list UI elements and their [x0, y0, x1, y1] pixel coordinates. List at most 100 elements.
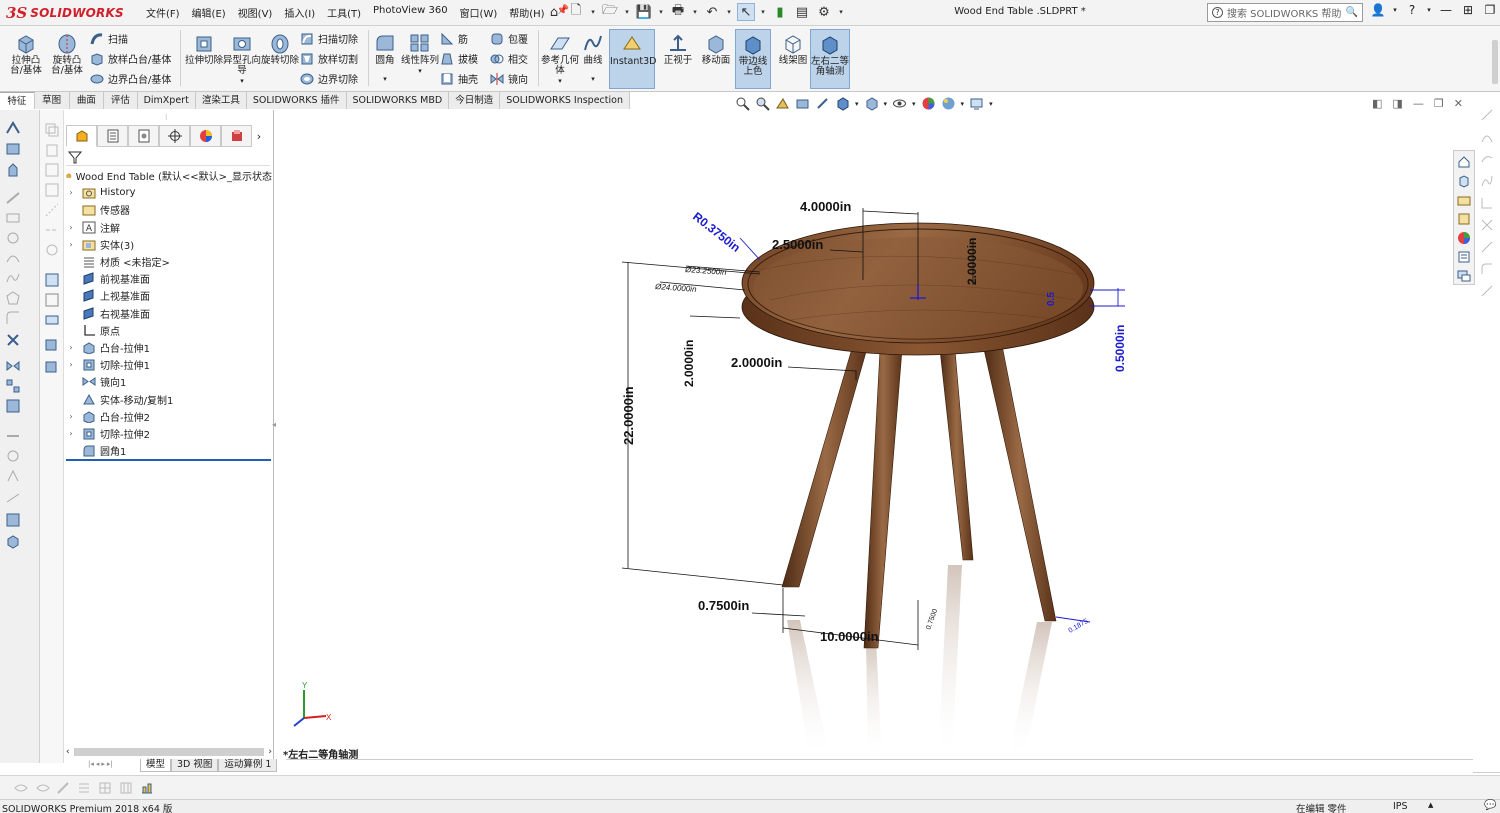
menu-view[interactable]: 视图(V)	[232, 5, 279, 20]
propertymanager-tab[interactable]	[97, 125, 128, 147]
grid-icon[interactable]	[98, 781, 112, 795]
menu-insert[interactable]: 插入(I)	[278, 5, 321, 20]
appearances-icon[interactable]	[1457, 231, 1471, 245]
menu-window[interactable]: 窗口(W)	[454, 5, 504, 20]
edit-appearance-icon[interactable]	[921, 96, 936, 111]
expand-arrow-icon[interactable]: ›	[66, 360, 76, 369]
tab-evaluate[interactable]: 评估	[104, 92, 138, 109]
check-sketch-icon[interactable]	[44, 338, 60, 354]
expand-arrow-icon[interactable]: ›	[66, 343, 76, 352]
close-icon[interactable]: ✕	[1454, 97, 1463, 110]
fully-define-icon[interactable]	[44, 292, 60, 308]
sketch-angle-icon[interactable]	[1480, 196, 1494, 210]
custom-properties-icon[interactable]	[1457, 250, 1471, 264]
extrude-icon[interactable]	[5, 162, 21, 178]
smart-dimension-icon[interactable]	[5, 120, 21, 136]
shell-button[interactable]: 抽壳	[440, 71, 478, 86]
chat-icon[interactable]: 💬	[1484, 800, 1496, 811]
shaded-sketch-icon[interactable]	[5, 534, 21, 550]
file-explorer-icon[interactable]	[1457, 193, 1471, 207]
lofted-cut-button[interactable]: 放样切割	[300, 51, 358, 66]
sketch-spline-icon[interactable]	[1480, 174, 1494, 188]
spline-tool-icon[interactable]	[5, 270, 21, 286]
feature-filter[interactable]	[66, 148, 270, 166]
extrude-boss-button[interactable]: 拉伸凸台/基体	[6, 32, 46, 76]
tree-item-origin[interactable]: 原点	[66, 322, 272, 339]
tree-horizontal-scrollbar[interactable]: ‹ ›	[66, 746, 272, 758]
tree-item-cut-extrude1[interactable]: › 切除-拉伸1	[66, 356, 272, 373]
linear-sketch-pattern-icon[interactable]	[5, 378, 21, 394]
sketch-picture-icon[interactable]	[44, 360, 60, 376]
expand-arrow-icon[interactable]: ›	[66, 412, 76, 421]
linear-pattern-button[interactable]: 线性阵列 ▾	[400, 32, 440, 76]
pencil-icon[interactable]	[56, 781, 70, 795]
list-icon[interactable]	[77, 781, 91, 795]
tree-root-part[interactable]: Wood End Table (默认<<默认>_显示状态	[66, 167, 272, 184]
graphics-viewport[interactable]: 4.0000in R0.3750in 2.5000in 2.0000in Ø23…	[275, 110, 1473, 760]
rapid-sketch-icon[interactable]	[5, 490, 21, 506]
fillet-button[interactable]: 圆角 ▾	[370, 32, 400, 84]
shaded-with-edges-button[interactable]: 带边线上色	[735, 29, 771, 89]
featuremanager-tab[interactable]	[66, 125, 97, 147]
tab-model[interactable]: 模型	[140, 759, 172, 772]
tile-left-icon[interactable]: ◧	[1372, 97, 1382, 110]
sketch-trim-icon[interactable]	[1480, 218, 1494, 232]
tree-item-annotations[interactable]: › A 注解	[66, 219, 272, 236]
wrap-button[interactable]: 包覆	[490, 31, 528, 46]
zoom-to-area-icon[interactable]	[755, 96, 770, 111]
solidworks-logo[interactable]: 3S SOLIDWORKS	[6, 2, 124, 24]
trim-entities-icon[interactable]	[5, 332, 21, 348]
tab-features[interactable]: 特征	[0, 92, 35, 109]
repair-sketch-icon[interactable]	[5, 448, 21, 464]
dimxpertmanager-tab[interactable]	[159, 125, 190, 147]
arc-tool-icon[interactable]	[5, 250, 21, 266]
chevron-down-icon[interactable]: ▾	[657, 3, 665, 21]
tab-motion-study[interactable]: 运动算例 1	[218, 759, 278, 772]
sketch-icon[interactable]	[5, 141, 21, 157]
tree-item-cut-extrude2[interactable]: › 切除-拉伸2	[66, 425, 272, 442]
sketch-text-icon[interactable]	[44, 242, 60, 258]
tab-manufacturing[interactable]: 今日制造	[449, 92, 501, 109]
next-tab-icon[interactable]: ▸	[101, 760, 105, 768]
normal-to-button[interactable]: 正视于	[658, 32, 698, 66]
dynamic-annotation-icon[interactable]	[815, 96, 830, 111]
expand-arrow-icon[interactable]: ›	[66, 223, 76, 232]
dimetric-view-button[interactable]: 左右二等角轴测	[810, 29, 850, 89]
tile-right-icon[interactable]: ◨	[1392, 97, 1402, 110]
revolve-boss-button[interactable]: 旋转凸台/基体	[47, 32, 87, 76]
select-arrow-icon[interactable]: ↖	[737, 3, 755, 21]
tree-item-body-move-copy1[interactable]: 实体-移动/复制1	[66, 390, 272, 407]
scroll-thumb[interactable]	[73, 748, 265, 756]
minimize-icon[interactable]: —	[1438, 3, 1454, 17]
sketch-arc-icon[interactable]	[1480, 130, 1494, 144]
section-view-icon[interactable]	[795, 96, 810, 111]
chevron-down-icon[interactable]: ▾	[589, 3, 597, 21]
sketch-mode-icon[interactable]	[36, 781, 50, 795]
sketch-offset-icon[interactable]	[1480, 240, 1494, 254]
circle-tool-icon[interactable]	[5, 230, 21, 246]
home-icon[interactable]	[1457, 155, 1471, 169]
search-icon[interactable]: 🔍	[1346, 7, 1358, 18]
loft-button[interactable]: 放样凸台/基体	[90, 51, 171, 66]
move-entities-icon[interactable]	[5, 398, 21, 414]
view-palette-icon[interactable]	[1457, 212, 1471, 226]
minimize-icon[interactable]: —	[1413, 97, 1424, 110]
menu-help[interactable]: 帮助(H)	[503, 5, 550, 20]
previous-view-icon[interactable]	[775, 96, 790, 111]
rollback-bar[interactable]	[66, 459, 271, 461]
chevron-down-icon[interactable]: ▾	[578, 74, 608, 84]
sketch-line-icon[interactable]	[1480, 108, 1494, 122]
instant2d-icon[interactable]	[5, 512, 21, 528]
traffic-light-icon[interactable]: ▮	[771, 3, 789, 21]
boundary-boss-button[interactable]: 边界凸台/基体	[90, 71, 171, 86]
move-face-button[interactable]: 移动面	[696, 32, 736, 66]
chevron-down-icon[interactable]: ▾	[912, 100, 916, 108]
tree-item-solid-bodies[interactable]: › 实体(3)	[66, 236, 272, 253]
status-units[interactable]: IPS	[1393, 801, 1408, 812]
rectangle-tool-icon[interactable]	[5, 210, 21, 226]
apply-scene-icon[interactable]	[941, 96, 956, 111]
draft-button[interactable]: 拔模	[440, 51, 478, 66]
menu-photoview[interactable]: PhotoView 360	[367, 5, 454, 20]
cam-tab[interactable]	[221, 125, 252, 147]
tab-sketch[interactable]: 草图	[35, 92, 70, 109]
